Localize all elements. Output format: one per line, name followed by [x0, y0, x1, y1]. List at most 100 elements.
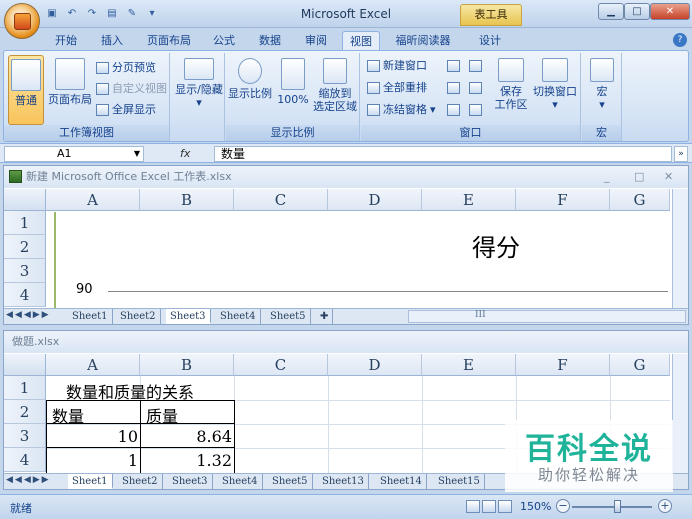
sheet-tab[interactable]: Sheet4	[218, 474, 263, 489]
row-header[interactable]: 3	[4, 259, 46, 283]
sheet-tab[interactable]: Sheet2	[116, 309, 161, 324]
office-button[interactable]	[4, 3, 40, 39]
column-header[interactable]: E	[422, 354, 516, 376]
column-header[interactable]: B	[140, 189, 234, 211]
workbook-1-minimize-button[interactable]: _	[604, 166, 610, 188]
zoom-slider-thumb[interactable]	[614, 500, 621, 513]
vertical-scrollbar[interactable]	[672, 354, 688, 474]
unhide-window-button[interactable]	[447, 101, 460, 118]
normal-view-status-icon[interactable]	[466, 500, 480, 513]
tab-data[interactable]: 数据	[252, 31, 288, 50]
vertical-scrollbar[interactable]	[672, 189, 688, 309]
switch-windows-button[interactable]: 切换窗口 ▾	[531, 55, 579, 125]
row-header[interactable]: 1	[4, 376, 46, 400]
column-header[interactable]: G	[610, 189, 670, 211]
maximize-button[interactable]: □	[624, 3, 650, 20]
sheet-tab[interactable]: Sheet1	[68, 309, 113, 324]
custom-views-button[interactable]: 自定义视图	[96, 80, 167, 97]
new-window-button[interactable]: 新建窗口	[367, 57, 427, 74]
insert-function-button[interactable]: fx	[180, 146, 214, 162]
sheet-tab[interactable]: Sheet5	[266, 309, 311, 324]
sheet-tab-active[interactable]: Sheet3	[166, 309, 211, 324]
tab-foxit-reader[interactable]: 福昕阅读器	[390, 31, 456, 50]
select-all-corner[interactable]	[4, 189, 46, 211]
workbook-1-maximize-button[interactable]: □	[634, 166, 644, 188]
cell-b3[interactable]: 8.64	[140, 427, 232, 446]
sheet-tab[interactable]: Sheet4	[216, 309, 261, 324]
sync-scroll-button[interactable]	[469, 79, 482, 96]
tab-page-layout[interactable]: 页面布局	[140, 31, 198, 50]
page-layout-view-button[interactable]: 页面布局	[48, 55, 92, 125]
close-button[interactable]: ✕	[650, 3, 690, 20]
cell-a4[interactable]: 1	[46, 451, 138, 470]
view-side-by-side-button[interactable]	[469, 57, 482, 74]
cell-a1[interactable]: 数量和质量的关系	[66, 379, 194, 403]
row-header[interactable]: 2	[4, 235, 46, 259]
tab-home[interactable]: 开始	[48, 31, 84, 50]
insert-sheet-icon[interactable]: ✚	[316, 309, 334, 324]
sheet-nav-arrows-icon[interactable]: ◀◀◀▶▶	[6, 475, 51, 485]
cell-b4[interactable]: 1.32	[140, 451, 232, 470]
cell-a3[interactable]: 10	[46, 427, 138, 446]
reset-position-button[interactable]	[469, 101, 482, 118]
column-header[interactable]: D	[328, 354, 422, 376]
column-header[interactable]: A	[46, 189, 140, 211]
macros-button[interactable]: 宏 ▾	[586, 55, 618, 125]
full-screen-button[interactable]: 全屏显示	[96, 101, 156, 118]
worksheet-grid-1[interactable]: A B C D E F G 1 2 3 4 得分 90	[4, 189, 688, 309]
zoom-to-selection-button[interactable]: 缩放到 选定区域	[312, 55, 358, 125]
column-header[interactable]: E	[422, 189, 516, 211]
show-hide-button[interactable]: 显示/隐藏 ▾	[175, 55, 223, 125]
minimize-button[interactable]: ▁	[598, 3, 624, 20]
column-header[interactable]: B	[140, 354, 234, 376]
zoom-level[interactable]: 150%	[520, 500, 551, 513]
zoom-100-button[interactable]: 100%	[276, 55, 310, 125]
sheet-tab[interactable]: Sheet5	[268, 474, 313, 489]
select-all-corner[interactable]	[4, 354, 46, 376]
freeze-panes-button[interactable]: 冻结窗格 ▾	[367, 101, 436, 118]
row-header[interactable]: 3	[4, 424, 46, 448]
row-header[interactable]: 4	[4, 448, 46, 472]
formula-input[interactable]: 数量	[214, 146, 672, 162]
horizontal-scrollbar[interactable]: III	[408, 310, 686, 323]
expand-formula-bar-icon[interactable]: »	[674, 146, 688, 162]
tab-insert[interactable]: 插入	[94, 31, 130, 50]
column-header[interactable]: F	[516, 354, 610, 376]
sheet-tab[interactable]: Sheet14	[376, 474, 427, 489]
column-header[interactable]: D	[328, 189, 422, 211]
zoom-slider[interactable]	[572, 506, 652, 508]
row-header[interactable]: 1	[4, 211, 46, 235]
tab-view[interactable]: 视图	[342, 31, 380, 50]
normal-view-button[interactable]: 普通	[8, 55, 44, 125]
sheet-tab[interactable]: Sheet3	[168, 474, 213, 489]
column-header[interactable]: G	[610, 354, 670, 376]
sheet-tab[interactable]: Sheet2	[118, 474, 163, 489]
arrange-all-button[interactable]: 全部重排	[367, 79, 427, 96]
tab-formulas[interactable]: 公式	[206, 31, 242, 50]
zoom-out-button[interactable]: −	[556, 499, 570, 513]
hide-window-button[interactable]	[447, 79, 460, 96]
save-workspace-button[interactable]: 保存 工作区	[493, 55, 529, 125]
embedded-chart[interactable]: 得分 90	[54, 212, 670, 309]
sheet-nav-arrows-icon[interactable]: ◀◀◀▶▶	[6, 310, 51, 320]
sheet-tab[interactable]: Sheet15	[434, 474, 485, 489]
cell-b2[interactable]: 质量	[146, 403, 178, 427]
cell-a2[interactable]: 数量	[52, 403, 84, 427]
sheet-tab-active[interactable]: Sheet1	[68, 474, 113, 489]
column-header[interactable]: A	[46, 354, 140, 376]
split-button[interactable]	[447, 57, 460, 74]
sheet-tab[interactable]: Sheet13	[318, 474, 369, 489]
zoom-in-button[interactable]: +	[658, 499, 672, 513]
column-header[interactable]: F	[516, 189, 610, 211]
row-header[interactable]: 4	[4, 283, 46, 307]
page-break-preview-button[interactable]: 分页预览	[96, 59, 156, 76]
row-header[interactable]: 2	[4, 400, 46, 424]
tab-design[interactable]: 设计	[470, 31, 510, 50]
scroll-thumb[interactable]: III	[475, 310, 486, 320]
page-layout-status-icon[interactable]	[482, 500, 496, 513]
page-break-status-icon[interactable]	[498, 500, 512, 513]
zoom-button[interactable]: 显示比例	[228, 55, 272, 125]
workbook-1-close-button[interactable]: ✕	[664, 166, 673, 188]
chevron-down-icon[interactable]: ▼	[134, 147, 140, 161]
help-icon[interactable]: ?	[673, 33, 687, 47]
